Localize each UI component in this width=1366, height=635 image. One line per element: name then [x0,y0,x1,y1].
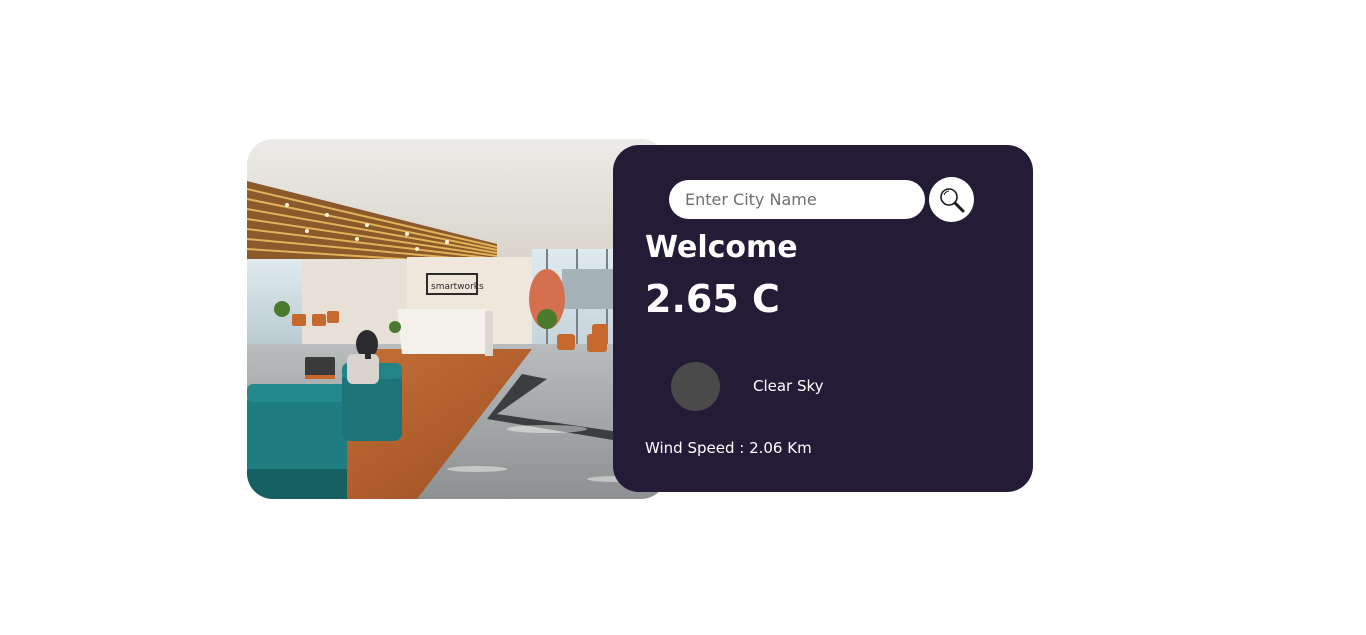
weather-condition: Clear Sky [753,377,824,395]
wind-speed: Wind Speed : 2.06 Km [645,439,812,457]
temperature-value: 2.65 C [645,277,780,321]
magnifier-icon [938,186,966,214]
smartworks-sign-text: smartworks [431,282,484,292]
search-button[interactable] [929,177,974,222]
welcome-heading: Welcome [645,230,798,265]
weather-card: Welcome 2.65 C Clear Sky Wind Speed : 2.… [613,145,1033,492]
office-lobby-image: smartworks [247,139,667,499]
city-search-input[interactable] [669,180,925,219]
weather-icon [671,362,720,411]
weather-app: smartworks Enter City Name Welcome 2.65 … [0,0,1366,635]
